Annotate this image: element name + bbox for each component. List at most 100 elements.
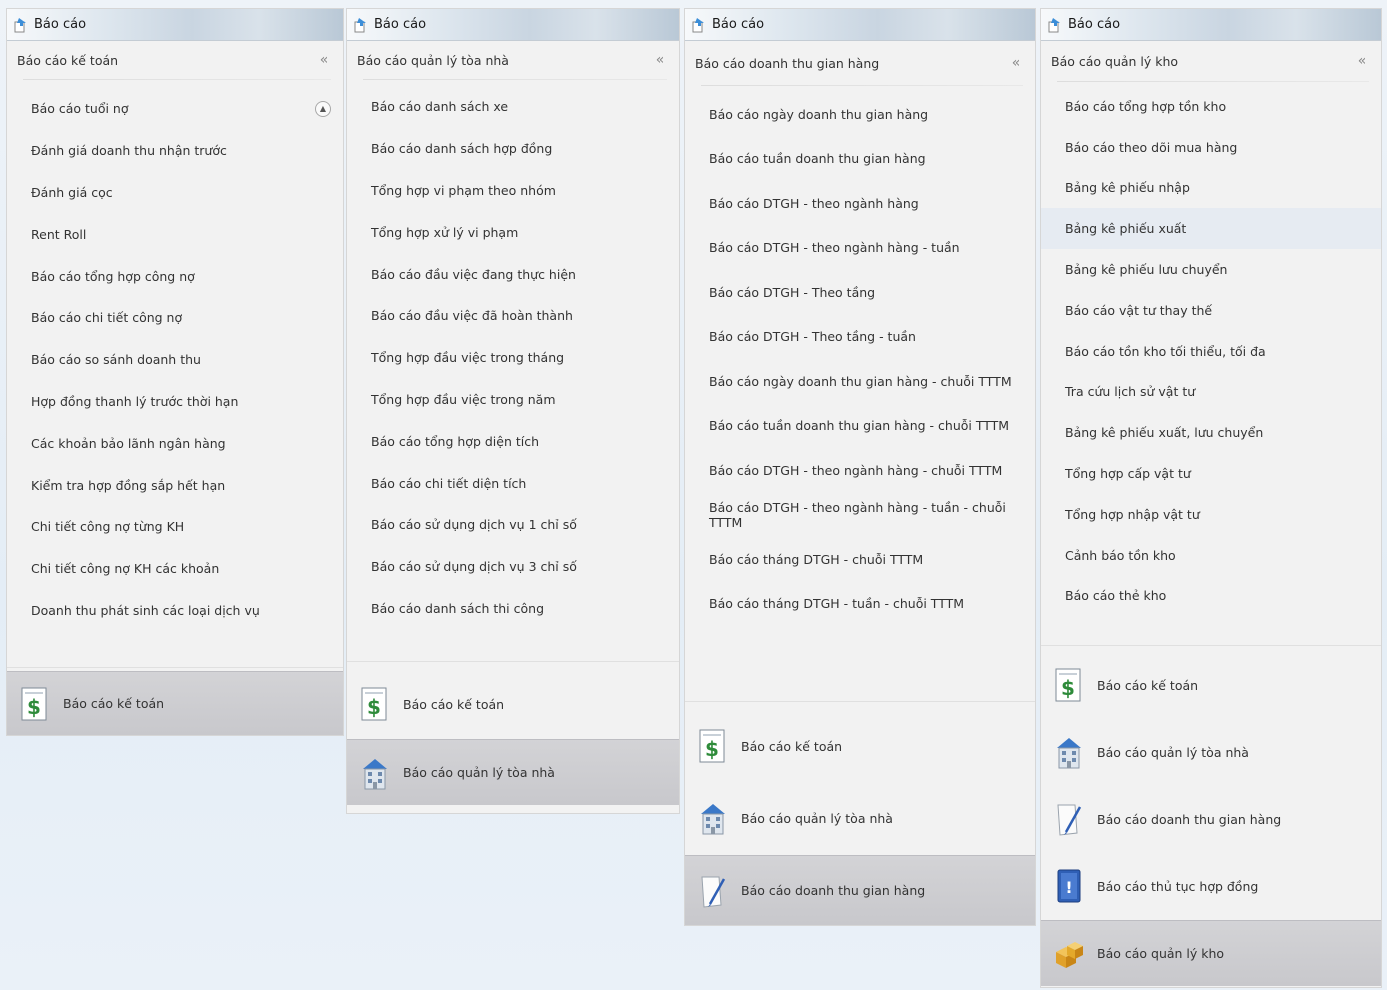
report-item[interactable]: Báo cáo tồn kho tối thiểu, tối đa <box>1041 331 1381 372</box>
nav-button-label: Báo cáo quản lý tòa nhà <box>403 765 555 780</box>
report-item[interactable]: Báo cáo DTGH - Theo tầng <box>685 270 1035 315</box>
report-item[interactable]: Đánh giá doanh thu nhận trước <box>7 130 343 172</box>
report-item[interactable]: Báo cáo tuổi nợ ▲ <box>7 88 343 130</box>
report-item-label: Chi tiết công nợ từng KH <box>31 519 185 535</box>
collapse-icon[interactable]: « <box>1353 53 1371 69</box>
report-item[interactable]: Bảng kê phiếu nhập <box>1041 168 1381 209</box>
report-item-label: Hợp đồng thanh lý trước thời hạn <box>31 393 239 409</box>
report-item[interactable]: Tổng hợp cấp vật tư <box>1041 453 1381 494</box>
report-item[interactable]: Báo cáo DTGH - theo ngành hàng - tuần <box>685 226 1035 271</box>
report-item[interactable]: Báo cáo danh sách xe <box>347 86 679 128</box>
nav-button-label: Báo cáo kế toán <box>403 696 505 712</box>
report-panel-store-revenue: Báo cáo Báo cáo doanh thu gian hàng « Bá… <box>684 8 1036 926</box>
report-item[interactable]: Báo cáo tuần doanh thu gian hàng <box>685 137 1035 182</box>
report-item[interactable]: Tổng hợp nhập vật tư <box>1041 494 1381 535</box>
group-header[interactable]: Báo cáo kế toán « <box>7 41 343 79</box>
report-item[interactable]: Cảnh báo tồn kho <box>1041 535 1381 576</box>
report-item[interactable]: Báo cáo tổng hợp công nợ <box>7 255 343 297</box>
report-item-label: Tổng hợp cấp vật tư <box>1065 466 1191 482</box>
report-item[interactable]: Báo cáo tháng DTGH - chuỗi TTTM <box>685 537 1035 582</box>
report-item[interactable]: Báo cáo đầu việc đã hoàn thành <box>347 295 679 337</box>
window-title: Báo cáo <box>34 17 87 32</box>
report-item[interactable]: Báo cáo chi tiết công nợ <box>7 297 343 339</box>
report-item[interactable]: Báo cáo vật tư thay thế <box>1041 290 1381 331</box>
report-item-label: Kiểm tra hợp đồng sắp hết hạn <box>31 477 226 493</box>
report-item[interactable]: Tổng hợp đầu việc trong tháng <box>347 337 679 379</box>
nav-button-contract-procedure[interactable]: ! Báo cáo thủ tục hợp đồng <box>1041 853 1381 919</box>
nav-button-accounting[interactable]: $ Báo cáo kế toán <box>347 671 679 737</box>
report-item[interactable]: Đánh giá cọc <box>7 172 343 214</box>
report-item[interactable]: Tổng hợp vi phạm theo nhóm <box>347 170 679 212</box>
group-header[interactable]: Báo cáo quản lý tòa nhà « <box>347 41 679 79</box>
nav-button-store-revenue[interactable]: Báo cáo doanh thu gian hàng <box>1041 786 1381 852</box>
report-item[interactable]: Chi tiết công nợ từng KH <box>7 506 343 548</box>
nav-button-building[interactable]: Báo cáo quản lý tòa nhà <box>347 739 679 805</box>
report-item[interactable]: Báo cáo theo dõi mua hàng <box>1041 127 1381 168</box>
nav-button-building[interactable]: Báo cáo quản lý tòa nhà <box>1041 719 1381 785</box>
report-item[interactable]: Báo cáo sử dụng dịch vụ 1 chỉ số <box>347 504 679 546</box>
report-item[interactable]: Bảng kê phiếu xuất, lưu chuyển <box>1041 412 1381 453</box>
report-item[interactable]: Báo cáo đầu việc đang thực hiện <box>347 253 679 295</box>
report-item[interactable]: Báo cáo danh sách hợp đồng <box>347 128 679 170</box>
report-item[interactable]: Tra cứu lịch sử vật tư <box>1041 372 1381 413</box>
collapse-icon[interactable]: « <box>651 52 669 68</box>
window-title: Báo cáo <box>1068 17 1121 32</box>
report-item[interactable]: Doanh thu phát sinh các loại dịch vụ <box>7 590 343 632</box>
report-item-label: Tổng hợp vi phạm theo nhóm <box>371 182 556 198</box>
report-item[interactable]: Báo cáo so sánh doanh thu <box>7 339 343 381</box>
nav-button-building[interactable]: Báo cáo quản lý tòa nhà <box>685 783 1035 853</box>
report-item-label: Báo cáo DTGH - theo ngành hàng - tuần - … <box>709 499 1006 530</box>
report-item[interactable]: Kiểm tra hợp đồng sắp hết hạn <box>7 464 343 506</box>
report-item[interactable]: Bảng kê phiếu xuất <box>1041 208 1381 250</box>
report-item-label: Báo cáo DTGH - theo ngành hàng <box>709 195 919 211</box>
report-item-label: Báo cáo chi tiết công nợ <box>31 310 183 326</box>
nav-button-accounting[interactable]: $ Báo cáo kế toán <box>1041 652 1381 718</box>
report-item[interactable]: Báo cáo tổng hợp tồn kho <box>1041 86 1381 127</box>
svg-text:$: $ <box>705 737 719 761</box>
report-item[interactable]: Báo cáo thẻ kho <box>1041 576 1381 617</box>
report-item[interactable]: Tổng hợp đầu việc trong năm <box>347 379 679 421</box>
collapse-icon[interactable]: « <box>315 52 333 68</box>
report-item-label: Báo cáo tuổi nợ <box>31 101 129 117</box>
scroll-up-icon[interactable]: ▲ <box>315 100 331 117</box>
nav-button-label: Báo cáo thủ tục hợp đồng <box>1097 878 1259 894</box>
report-item-label: Báo cáo tổng hợp tồn kho <box>1065 98 1227 114</box>
nav-button-warehouse[interactable]: Báo cáo quản lý kho <box>1041 920 1381 986</box>
report-item[interactable]: Báo cáo ngày doanh thu gian hàng <box>685 92 1035 137</box>
nav-button-accounting[interactable]: $ Báo cáo kế toán <box>7 671 343 735</box>
group-header[interactable]: Báo cáo doanh thu gian hàng « <box>685 41 1035 85</box>
report-item-label: Các khoản bảo lãnh ngân hàng <box>31 435 226 451</box>
report-item[interactable]: Rent Roll <box>7 213 343 255</box>
report-item[interactable]: Chi tiết công nợ KH các khoản <box>7 548 343 590</box>
group-title: Báo cáo kế toán <box>17 52 119 68</box>
report-item[interactable]: Báo cáo sử dụng dịch vụ 3 chỉ số <box>347 546 679 588</box>
report-item-label: Báo cáo tổng hợp diện tích <box>371 433 540 449</box>
report-item[interactable]: Các khoản bảo lãnh ngân hàng <box>7 422 343 464</box>
report-item[interactable]: Báo cáo DTGH - theo ngành hàng - tuần - … <box>685 493 1035 538</box>
report-item-label: Tổng hợp xử lý vi phạm <box>371 224 519 240</box>
nav-button-accounting[interactable]: $ Báo cáo kế toán <box>685 711 1035 781</box>
report-item[interactable]: Bảng kê phiếu lưu chuyển <box>1041 249 1381 290</box>
report-list: Báo cáo tổng hợp tồn kho Báo cáo theo dõ… <box>1041 82 1381 616</box>
report-item[interactable]: Báo cáo DTGH - theo ngành hàng <box>685 181 1035 226</box>
report-item[interactable]: Báo cáo tuần doanh thu gian hàng - chuỗi… <box>685 404 1035 449</box>
report-item[interactable]: Báo cáo tháng DTGH - tuần - chuỗi TTTM <box>685 582 1035 627</box>
collapse-icon[interactable]: « <box>1007 55 1025 71</box>
money-document-icon: $ <box>699 729 725 763</box>
report-item[interactable]: Báo cáo ngày doanh thu gian hàng - chuỗi… <box>685 359 1035 404</box>
nav-button-label: Báo cáo kế toán <box>741 738 843 754</box>
report-item[interactable]: Tổng hợp xử lý vi phạm <box>347 211 679 253</box>
report-item-label: Báo cáo vật tư thay thế <box>1065 302 1213 318</box>
group-header[interactable]: Báo cáo quản lý kho « <box>1041 41 1381 81</box>
report-item[interactable]: Báo cáo DTGH - Theo tầng - tuần <box>685 315 1035 360</box>
report-item[interactable]: Báo cáo chi tiết diện tích <box>347 462 679 504</box>
report-item-label: Báo cáo tồn kho tối thiểu, tối đa <box>1065 343 1266 359</box>
nav-button-store-revenue[interactable]: Báo cáo doanh thu gian hàng <box>685 855 1035 925</box>
report-item[interactable]: Báo cáo DTGH - theo ngành hàng - chuỗi T… <box>685 448 1035 493</box>
window-title: Báo cáo <box>712 17 765 32</box>
report-item[interactable]: Báo cáo danh sách thi công <box>347 588 679 630</box>
report-item[interactable]: Hợp đồng thanh lý trước thời hạn <box>7 381 343 423</box>
group-title: Báo cáo quản lý kho <box>1051 53 1179 69</box>
report-item[interactable]: Báo cáo tổng hợp diện tích <box>347 420 679 462</box>
nav-separator <box>685 701 1035 702</box>
